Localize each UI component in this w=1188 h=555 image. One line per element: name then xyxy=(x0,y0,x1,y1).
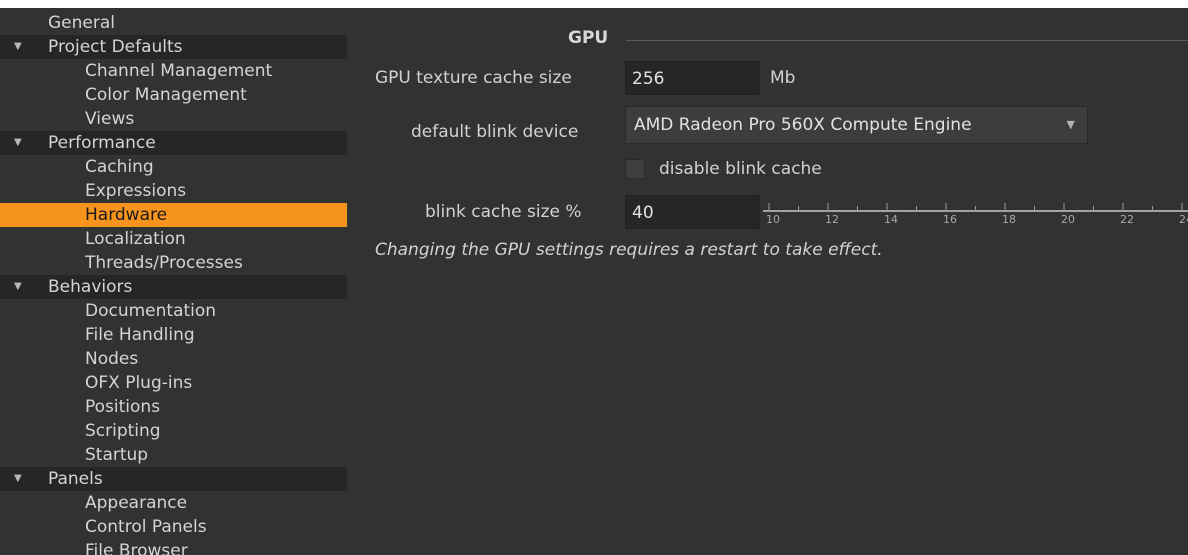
texture-cache-label: GPU texture cache size xyxy=(375,68,572,88)
slider-tick-label: 18 xyxy=(1002,213,1016,226)
sidebar-item-label: File Browser xyxy=(85,541,188,555)
sidebar-item-channel-management[interactable]: Channel Management xyxy=(0,59,347,83)
sidebar-item-control-panels[interactable]: Control Panels xyxy=(0,515,347,539)
sidebar-item-label: Views xyxy=(85,109,135,129)
sidebar-item-label: Startup xyxy=(85,445,149,465)
restart-note: Changing the GPU settings requires a res… xyxy=(375,240,883,260)
texture-cache-input[interactable]: 256 xyxy=(625,61,760,95)
sidebar-item-label: Panels xyxy=(48,469,103,489)
sidebar-item-label: General xyxy=(48,13,115,33)
sidebar-item-scripting[interactable]: Scripting xyxy=(0,419,347,443)
slider-tick-label: 14 xyxy=(884,213,898,226)
sidebar-item-general[interactable]: General xyxy=(0,11,347,35)
sidebar-item-label: Appearance xyxy=(85,493,188,513)
sidebar-item-behaviors[interactable]: ▼ Behaviors xyxy=(0,275,347,299)
sidebar-item-localization[interactable]: Localization xyxy=(0,227,347,251)
sidebar-item-label: Threads/Processes xyxy=(85,253,243,273)
sidebar-item-startup[interactable]: Startup xyxy=(0,443,347,467)
hardware-panel: GPU GPU texture cache size 256 Mb defaul… xyxy=(350,8,1188,555)
sidebar-item-appearance[interactable]: Appearance xyxy=(0,491,347,515)
blink-cache-size-label: blink cache size % xyxy=(425,202,582,222)
sidebar-item-color-management[interactable]: Color Management xyxy=(0,83,347,107)
sidebar-item-label: File Handling xyxy=(85,325,195,345)
section-divider xyxy=(626,40,1188,41)
sidebar-item-label: Expressions xyxy=(85,181,187,201)
expand-arrow-icon[interactable]: ▼ xyxy=(14,467,28,491)
sidebar-item-panels[interactable]: ▼ Panels xyxy=(0,467,347,491)
sidebar-item-label: Color Management xyxy=(85,85,247,105)
disable-blink-cache-checkbox[interactable] xyxy=(625,159,645,179)
sidebar-item-threads-processes[interactable]: Threads/Processes xyxy=(0,251,347,275)
sidebar-item-file-handling[interactable]: File Handling xyxy=(0,323,347,347)
sidebar-item-hardware[interactable]: Hardware xyxy=(0,203,347,227)
sidebar-item-label: Scripting xyxy=(85,421,161,441)
sidebar-item-label: Documentation xyxy=(85,301,217,321)
blink-cache-size-slider[interactable]: 10 12 14 16 18 20 22 24 xyxy=(763,191,1188,231)
expand-arrow-icon[interactable]: ▼ xyxy=(14,275,28,299)
sidebar-item-positions[interactable]: Positions xyxy=(0,395,347,419)
preferences-window: General ▼ Project Defaults Channel Manageme… xyxy=(0,8,1188,555)
slider-tick-label: 20 xyxy=(1061,213,1075,226)
blink-device-label: default blink device xyxy=(411,122,579,142)
slider-tick-label: 16 xyxy=(943,213,957,226)
sidebar-item-label: Caching xyxy=(85,157,154,177)
blink-cache-size-input[interactable]: 40 xyxy=(625,195,760,229)
sidebar-item-label: Behaviors xyxy=(48,277,133,297)
blink-device-value: AMD Radeon Pro 560X Compute Engine xyxy=(634,115,972,135)
sidebar-item-label: Nodes xyxy=(85,349,139,369)
sidebar-item-label: Hardware xyxy=(85,205,168,225)
disable-blink-cache-label: disable blink cache xyxy=(659,159,822,179)
expand-arrow-icon[interactable]: ▼ xyxy=(14,35,28,59)
slider-tick-label: 12 xyxy=(825,213,839,226)
blink-device-dropdown[interactable]: AMD Radeon Pro 560X Compute Engine ▼ xyxy=(625,106,1088,144)
slider-tick-label: 24 xyxy=(1179,213,1188,226)
sidebar-item-project-defaults[interactable]: ▼ Project Defaults xyxy=(0,35,347,59)
sidebar-item-ofx-plug-ins[interactable]: OFX Plug-ins xyxy=(0,371,347,395)
sidebar-item-views[interactable]: Views xyxy=(0,107,347,131)
slider-tick-label: 22 xyxy=(1120,213,1134,226)
sidebar-item-file-browser[interactable]: File Browser xyxy=(0,539,347,555)
sidebar-item-label: Performance xyxy=(48,133,156,153)
sidebar-item-nodes[interactable]: Nodes xyxy=(0,347,347,371)
sidebar-item-label: OFX Plug-ins xyxy=(85,373,193,393)
sidebar-item-label: Control Panels xyxy=(85,517,207,537)
expand-arrow-icon[interactable]: ▼ xyxy=(14,131,28,155)
sidebar-item-label: Positions xyxy=(85,397,161,417)
gpu-section-title: GPU xyxy=(568,28,609,48)
chevron-down-icon: ▼ xyxy=(1066,118,1075,131)
sidebar-item-expressions[interactable]: Expressions xyxy=(0,179,347,203)
texture-cache-unit: Mb xyxy=(770,68,796,88)
sidebar-item-documentation[interactable]: Documentation xyxy=(0,299,347,323)
sidebar-item-performance[interactable]: ▼ Performance xyxy=(0,131,347,155)
sidebar-item-label: Project Defaults xyxy=(48,37,183,57)
preferences-sidebar: General ▼ Project Defaults Channel Manageme… xyxy=(0,8,350,555)
sidebar-item-label: Channel Management xyxy=(85,61,273,81)
sidebar-item-caching[interactable]: Caching xyxy=(0,155,347,179)
sidebar-item-label: Localization xyxy=(85,229,186,249)
slider-tick-label: 10 xyxy=(766,213,780,226)
